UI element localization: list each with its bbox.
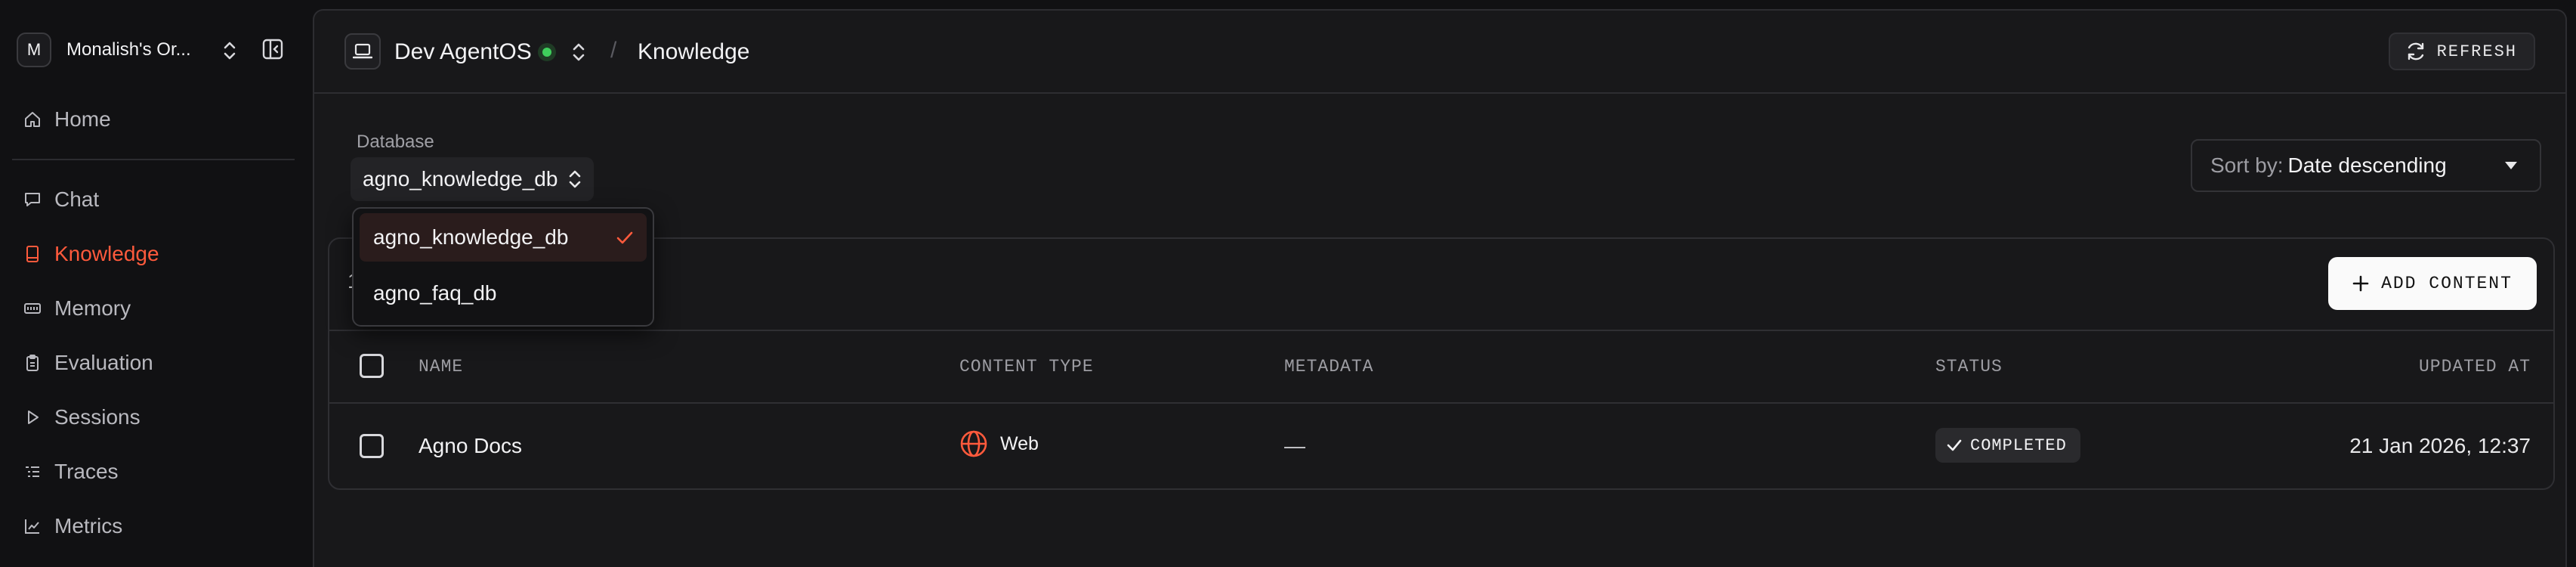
sort-value: Date descending [2287, 153, 2447, 177]
sidebar-item-memory[interactable]: Memory [23, 293, 131, 324]
sidebar-item-evaluation[interactable]: Evaluation [23, 348, 153, 378]
sidebar-item-label: Home [54, 107, 111, 131]
sidebar-item-traces[interactable]: Traces [23, 457, 119, 487]
connection-status-dot [538, 43, 556, 61]
column-header-content-type[interactable]: CONTENT TYPE [959, 357, 1094, 376]
sidebar-item-chat[interactable]: Chat [23, 184, 99, 215]
table-header: NAME CONTENT TYPE METADATA STATUS UPDATE… [329, 331, 2553, 404]
sidebar: M Monalish's Or... Home Chat Knowledge M… [0, 0, 313, 567]
agentos-button[interactable] [344, 33, 381, 70]
app-root: M Monalish's Or... Home Chat Knowledge M… [0, 0, 2576, 567]
status-label: COMPLETED [1970, 435, 2067, 455]
sidebar-item-label: Evaluation [54, 351, 153, 374]
sidebar-item-home[interactable]: Home [23, 104, 111, 135]
play-icon [23, 407, 42, 427]
sidebar-item-label: Metrics [54, 514, 123, 538]
database-dropdown: agno_knowledge_db agno_faq_db [352, 207, 654, 327]
column-header-status[interactable]: STATUS [1935, 357, 2003, 376]
collapse-sidebar-icon[interactable] [261, 38, 284, 60]
add-content-button[interactable]: ADD CONTENT [2328, 257, 2537, 310]
table-row[interactable]: Agno Docs Web — COMPLETED 21 Jan 2026, 1… [329, 404, 2553, 490]
caret-down-icon [2505, 162, 2517, 169]
laptop-icon [353, 43, 372, 59]
home-icon [23, 110, 42, 129]
refresh-icon [2408, 42, 2423, 60]
select-all-checkbox[interactable] [360, 354, 384, 378]
row-updated-at: 21 Jan 2026, 12:37 [2349, 434, 2531, 457]
chart-icon [23, 516, 42, 536]
sidebar-divider [12, 159, 295, 160]
traces-icon [23, 462, 42, 482]
column-header-updated-at[interactable]: UPDATED AT [2419, 357, 2531, 376]
row-checkbox[interactable] [360, 434, 384, 458]
database-option-agno-faq-db[interactable]: agno_faq_db [360, 269, 647, 318]
column-header-name[interactable]: NAME [419, 357, 463, 376]
sidebar-item-label: Memory [54, 296, 131, 320]
row-name: Agno Docs [419, 434, 522, 457]
row-content-type-label: Web [1000, 432, 1039, 454]
database-label: Database [357, 132, 434, 152]
row-metadata: — [1284, 434, 1305, 457]
agentos-name[interactable]: Dev AgentOS [394, 39, 532, 65]
status-badge: COMPLETED [1935, 428, 2080, 463]
breadcrumb-current: Knowledge [638, 39, 750, 64]
plus-icon [2352, 275, 2369, 292]
check-icon [1947, 439, 1962, 451]
check-icon [616, 231, 633, 244]
database-option-label: agno_knowledge_db [373, 225, 569, 249]
knowledge-icon [23, 244, 42, 264]
clipboard-icon [23, 353, 42, 373]
globe-icon [960, 430, 987, 457]
database-select-value: agno_knowledge_db [363, 167, 558, 191]
column-header-metadata[interactable]: METADATA [1284, 357, 1373, 376]
chat-icon [23, 190, 42, 209]
refresh-button[interactable]: REFRESH [2388, 33, 2535, 70]
org-name: Monalish's Or... [66, 39, 191, 60]
sidebar-item-label: Chat [54, 187, 100, 211]
database-option-label: agno_faq_db [373, 281, 497, 305]
breadcrumb-separator: / [610, 38, 617, 63]
sidebar-item-metrics[interactable]: Metrics [23, 511, 122, 541]
top-bar: Dev AgentOS / Knowledge REFRESH [314, 11, 2565, 94]
database-option-agno-knowledge-db[interactable]: agno_knowledge_db [360, 213, 647, 262]
sidebar-item-label: Knowledge [54, 242, 159, 265]
sidebar-item-label: Sessions [54, 405, 141, 429]
sidebar-item-knowledge[interactable]: Knowledge [23, 239, 159, 269]
org-switcher[interactable]: M Monalish's Or... [17, 33, 243, 67]
main-panel: Dev AgentOS / Knowledge REFRESH Database… [313, 9, 2567, 567]
content-card: 1 ADD CONTENT NAME CONTENT TYPE METADATA… [328, 237, 2555, 490]
memory-icon [23, 299, 42, 318]
row-content-type: Web [959, 429, 1039, 458]
sort-label: Sort by: [2210, 153, 2284, 177]
add-content-label: ADD CONTENT [2381, 274, 2513, 293]
card-header: 1 ADD CONTENT [329, 239, 2553, 331]
refresh-label: REFRESH [2436, 42, 2517, 61]
sidebar-item-sessions[interactable]: Sessions [23, 402, 141, 432]
sidebar-item-label: Traces [54, 460, 119, 483]
database-select[interactable]: agno_knowledge_db [351, 157, 594, 201]
sort-select[interactable]: Sort by: Date descending [2191, 139, 2541, 192]
chevron-updown-icon [569, 170, 581, 188]
chevron-updown-icon[interactable] [570, 41, 588, 64]
org-avatar: M [17, 33, 51, 67]
chevron-updown-icon[interactable] [219, 39, 240, 62]
